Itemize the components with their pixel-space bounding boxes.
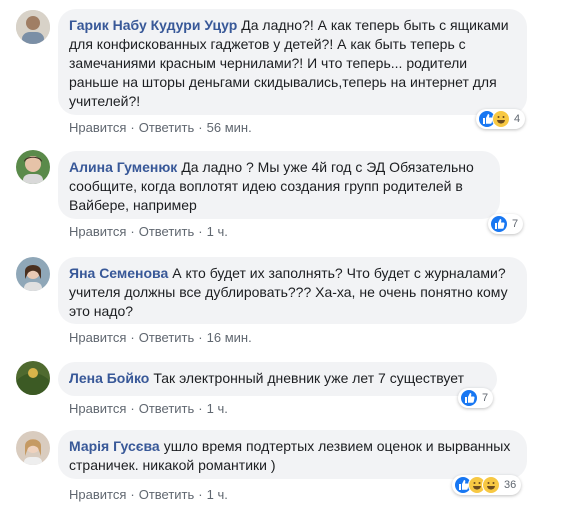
separator: · <box>198 120 203 135</box>
separator: · <box>130 224 135 239</box>
comment-author[interactable]: Алина Гуменюк <box>69 159 177 175</box>
separator: · <box>130 330 135 345</box>
comment-bubble: Гарик Набу Кудури Уцур Да ладно?! А как т… <box>58 9 527 115</box>
reactions-summary[interactable]: 36 <box>452 475 522 495</box>
comment-actions: Нравится · Ответить · 16 мин. <box>69 330 252 345</box>
reactions-summary[interactable]: 7 <box>488 214 524 234</box>
like-button[interactable]: Нравится <box>69 330 126 345</box>
like-icon <box>490 215 508 233</box>
comment-author[interactable]: Гарик Набу Кудури Уцур <box>69 17 237 33</box>
comment-timestamp[interactable]: 16 мин. <box>207 330 252 345</box>
haha-icon <box>482 476 500 494</box>
comment-bubble: Марія Гусєва ушло время подтертых лезвием… <box>58 430 527 479</box>
comment-author[interactable]: Марія Гусєва <box>69 438 160 454</box>
avatar[interactable] <box>16 10 50 44</box>
reply-button[interactable]: Ответить <box>139 120 195 135</box>
reply-button[interactable]: Ответить <box>139 487 195 502</box>
separator: · <box>130 487 135 502</box>
reply-button[interactable]: Ответить <box>139 401 195 416</box>
avatar[interactable] <box>16 361 50 395</box>
separator: · <box>198 487 203 502</box>
comment-actions: Нравится · Ответить · 1 ч. <box>69 224 228 239</box>
separator: · <box>198 224 203 239</box>
comment-timestamp[interactable]: 1 ч. <box>207 224 228 239</box>
like-button[interactable]: Нравится <box>69 487 126 502</box>
reactions-summary[interactable]: 7 <box>458 388 494 408</box>
avatar[interactable] <box>16 257 50 291</box>
separator: · <box>198 330 203 345</box>
reaction-count: 4 <box>514 113 521 125</box>
reactions-summary[interactable]: 4 <box>476 109 526 129</box>
comment-actions: Нравится · Ответить · 1 ч. <box>69 487 228 502</box>
reaction-count: 36 <box>504 479 517 491</box>
comment-actions: Нравится · Ответить · 1 ч. <box>69 401 228 416</box>
comment-author[interactable]: Яна Семенова <box>69 265 168 281</box>
comment-text: Так электронный дневник уже лет 7 сущест… <box>153 370 464 386</box>
comment-bubble: Лена Бойко Так электронный дневник уже ле… <box>58 362 497 396</box>
comment-timestamp[interactable]: 1 ч. <box>207 487 228 502</box>
comment-timestamp[interactable]: 56 мин. <box>207 120 252 135</box>
haha-icon <box>492 110 510 128</box>
reply-button[interactable]: Ответить <box>139 224 195 239</box>
reaction-count: 7 <box>482 392 489 404</box>
reply-button[interactable]: Ответить <box>139 330 195 345</box>
like-button[interactable]: Нравится <box>69 401 126 416</box>
like-icon <box>460 389 478 407</box>
avatar[interactable] <box>16 431 50 465</box>
avatar[interactable] <box>16 150 50 184</box>
comment-actions: Нравится · Ответить · 56 мин. <box>69 120 252 135</box>
separator: · <box>198 401 203 416</box>
separator: · <box>130 120 135 135</box>
comment-bubble: Яна Семенова А кто будет их заполнять? Чт… <box>58 257 527 324</box>
separator: · <box>130 401 135 416</box>
reaction-count: 7 <box>512 218 519 230</box>
comment-author[interactable]: Лена Бойко <box>69 370 149 386</box>
like-button[interactable]: Нравится <box>69 120 126 135</box>
like-button[interactable]: Нравится <box>69 224 126 239</box>
comment-bubble: Алина Гуменюк Да ладно ? Мы уже 4й год с … <box>58 151 500 219</box>
comment-timestamp[interactable]: 1 ч. <box>207 401 228 416</box>
